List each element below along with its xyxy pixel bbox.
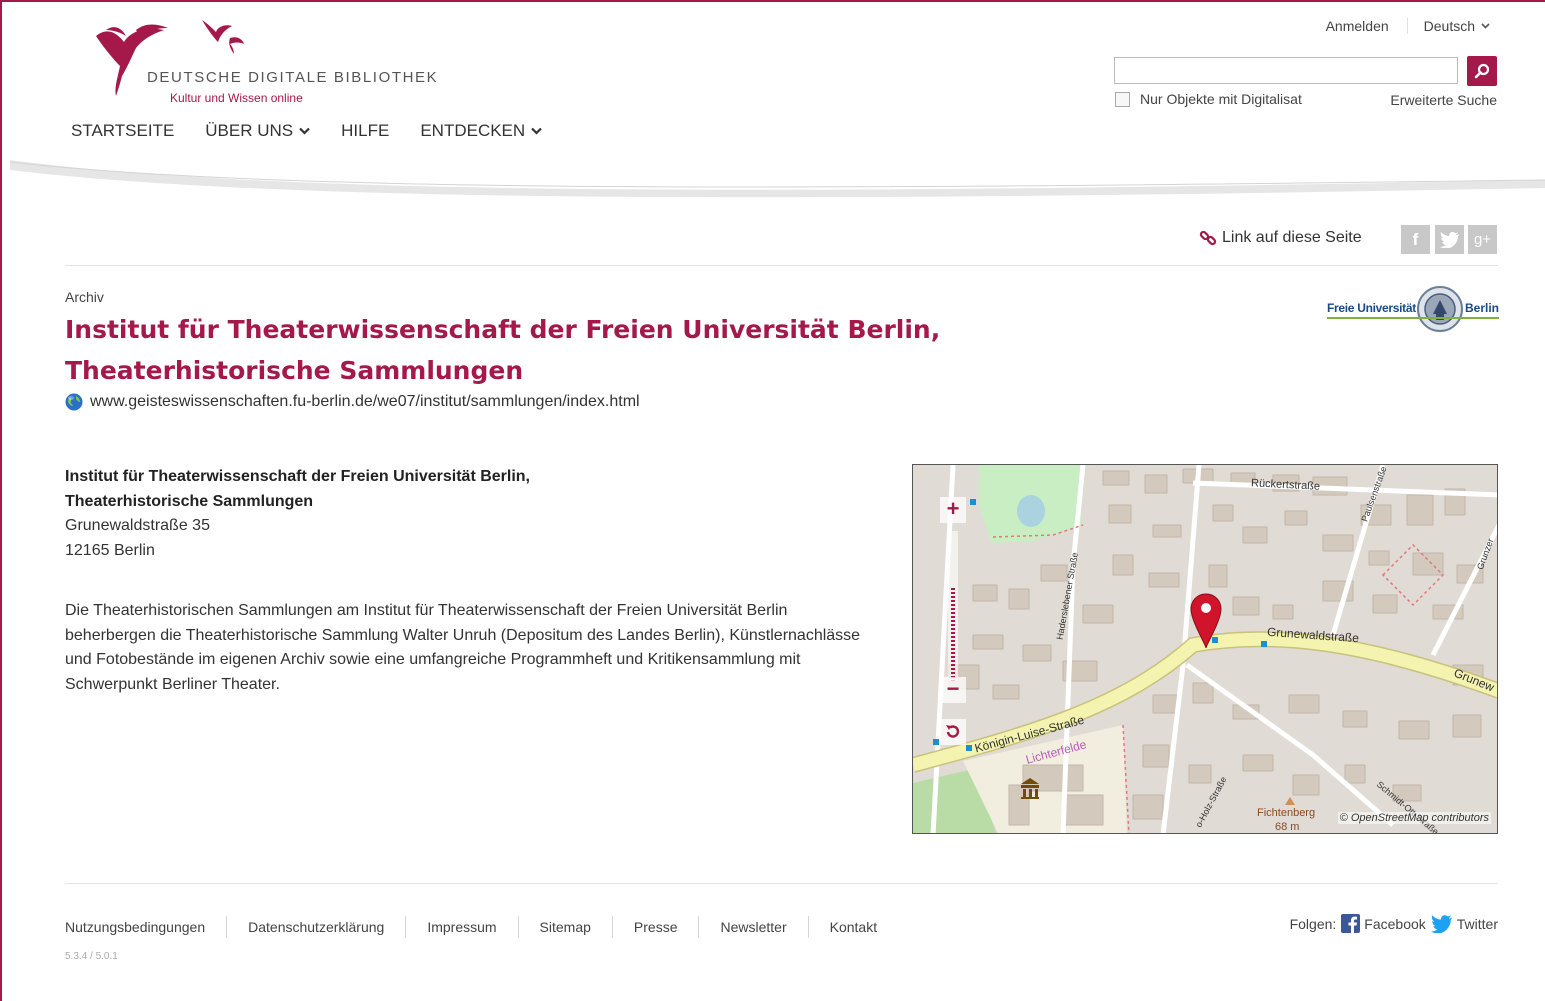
footer-link-privacy[interactable]: Datenschutzerklärung (226, 916, 405, 938)
address-org-line1: Institut für Theaterwissenschaft der Fre… (65, 468, 530, 485)
facebook-label: Facebook (1364, 915, 1426, 932)
institution-url[interactable]: www.geisteswissenschaften.fu-berlin.de/w… (65, 393, 640, 411)
twitter-icon (1430, 914, 1452, 933)
peak-height-label: 68 m (1275, 821, 1300, 833)
twitter-bird-icon (1439, 231, 1459, 248)
address-org-line2: Theaterhistorische Sammlungen (65, 492, 314, 510)
top-utility-nav: Anmelden Deutsch (1326, 18, 1490, 34)
facebook-share-button[interactable]: f (1401, 225, 1430, 254)
twitter-follow-link[interactable]: Twitter (1430, 914, 1498, 933)
location-map[interactable]: Rückertstraße Grunewaldstraße Grunew Kön… (912, 464, 1498, 834)
digitized-only-filter[interactable]: Nur Objekte mit Digitalisat (1115, 91, 1302, 107)
partner-logo-underline (1327, 317, 1499, 319)
reset-rotate-icon (946, 725, 960, 738)
address-city: 12165 Berlin (65, 541, 155, 559)
search-button[interactable] (1467, 56, 1497, 86)
digitized-only-checkbox[interactable] (1115, 91, 1130, 107)
nav-item-help[interactable]: HILFE (341, 121, 389, 141)
nav-item-home[interactable]: STARTSEITE (71, 121, 174, 141)
map-tiles (913, 465, 1497, 833)
zoom-out-button[interactable]: − (940, 677, 966, 703)
link-to-page-label: Link auf diese Seite (1222, 229, 1362, 246)
footer-link-newsletter[interactable]: Newsletter (698, 916, 807, 938)
globe-icon (65, 393, 83, 411)
chain-link-icon (1199, 230, 1217, 246)
facebook-share-icon: f (1412, 229, 1419, 249)
language-selector[interactable]: Deutsch (1408, 18, 1490, 34)
page-title: Institut für Theaterwissenschaft der Fre… (65, 315, 941, 385)
advanced-search-link[interactable]: Erweiterte Suche (1390, 92, 1497, 108)
nav-item-label: HILFE (341, 121, 390, 140)
version-info: 5.3.4 / 5.0.1 (65, 951, 118, 962)
footer-link-press[interactable]: Presse (611, 916, 699, 938)
follow-label: Folgen: (1289, 915, 1337, 932)
header-wave-divider (10, 160, 1545, 198)
footer-link-imprint[interactable]: Impressum (405, 916, 517, 938)
phoenix-logo-icon (96, 20, 244, 96)
link-to-page[interactable]: Link auf diese Seite (1199, 229, 1362, 247)
footer-links: Nutzungsbedingungen Datenschutzerklärung… (65, 916, 898, 938)
zoom-in-button[interactable]: + (940, 497, 966, 523)
login-link[interactable]: Anmelden (1326, 18, 1408, 34)
address-block: Institut für Theaterwissenschaft der Fre… (65, 465, 530, 563)
partner-logo-right-text: Berlin (1465, 301, 1500, 315)
logo-title: DEUTSCHE DIGITALE BIBLIOTHEK (147, 69, 439, 86)
footer-link-sitemap[interactable]: Sitemap (517, 916, 612, 938)
institution-url-text: www.geisteswissenschaften.fu-berlin.de/w… (90, 393, 640, 410)
nav-item-about[interactable]: ÜBER UNS (205, 121, 310, 141)
googleplus-share-icon: g+ (1473, 231, 1492, 248)
footer-link-contact[interactable]: Kontakt (807, 916, 898, 938)
chevron-down-icon (1481, 23, 1490, 29)
institution-description: Die Theaterhistorischen Sammlungen am In… (65, 602, 861, 693)
footer-divider (65, 883, 1498, 884)
nav-item-label: ÜBER UNS (205, 121, 294, 140)
logo-subtitle: Kultur und Wissen online (170, 91, 303, 105)
search-input[interactable] (1114, 57, 1458, 84)
zoom-slider-track[interactable] (948, 531, 958, 681)
facebook-icon (1341, 914, 1361, 933)
twitter-share-button[interactable]: t (1435, 225, 1464, 254)
follow-us: Folgen: Facebook Twitter (1290, 914, 1498, 933)
item-category: Archiv (65, 289, 104, 305)
map-attribution[interactable]: © OpenStreetMap contributors (1337, 812, 1491, 824)
nav-item-discover[interactable]: ENTDECKEN (420, 121, 542, 141)
address-street: Grunewaldstraße 35 (65, 517, 210, 534)
nav-item-label: STARTSEITE (71, 121, 175, 140)
divider (65, 265, 1498, 266)
map-pin-icon[interactable] (1190, 593, 1222, 649)
main-nav: STARTSEITE ÜBER UNS HILFE ENTDECKEN (71, 121, 542, 141)
twitter-label: Twitter (1456, 915, 1498, 932)
googleplus-share-button[interactable]: g+ (1468, 225, 1497, 254)
digitized-only-label: Nur Objekte mit Digitalisat (1140, 91, 1302, 107)
language-label: Deutsch (1423, 18, 1475, 34)
partner-logo-left-text: Freie Universität (1327, 301, 1416, 315)
search-icon (1474, 63, 1490, 79)
footer-link-terms[interactable]: Nutzungsbedingungen (65, 916, 226, 938)
chevron-down-icon (299, 127, 310, 135)
facebook-follow-link[interactable]: Facebook (1341, 914, 1426, 933)
map-zoom-control: + − (940, 497, 966, 757)
university-seal-icon (1417, 286, 1463, 332)
nav-item-label: ENTDECKEN (420, 121, 526, 140)
partner-logo-fu-berlin[interactable]: Freie Universität Berlin (1327, 286, 1499, 334)
peak-name-label: Fichtenberg (1257, 807, 1316, 819)
chevron-down-icon (531, 127, 542, 135)
zoom-slider-fill (951, 588, 955, 681)
map-reset-button[interactable] (940, 719, 966, 745)
